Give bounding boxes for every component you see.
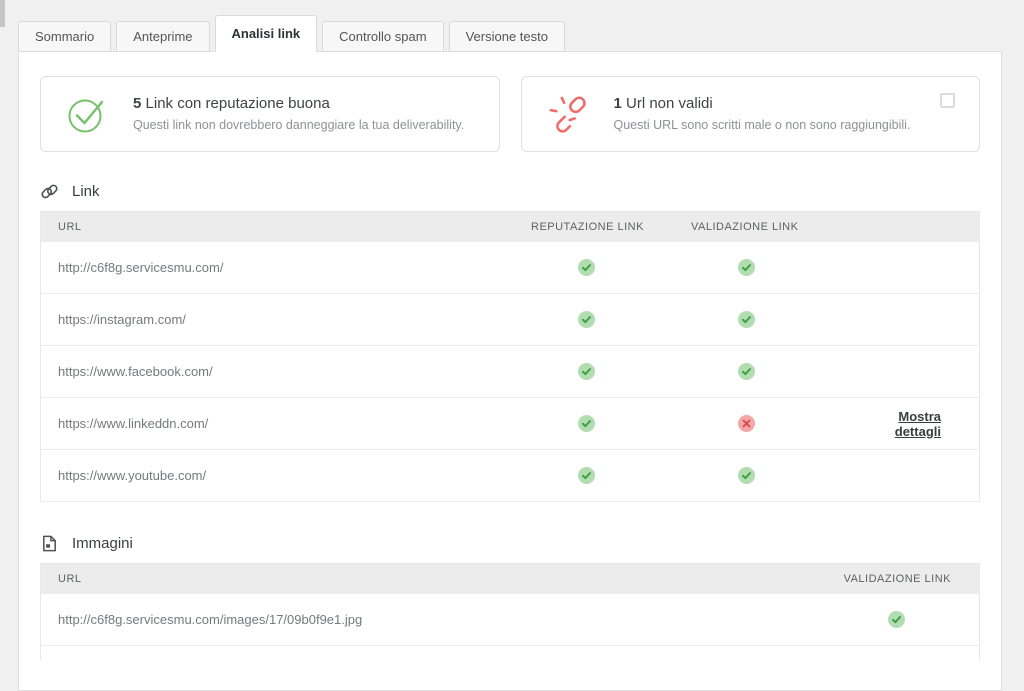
check-icon [738, 467, 755, 484]
validation-badge [691, 363, 801, 380]
link-table-row: https://www.facebook.com/ [41, 346, 979, 398]
x-icon [738, 415, 755, 432]
reputation-badge [531, 467, 641, 484]
good-links-subtitle: Questi link non dovrebbero danneggiare l… [133, 118, 464, 133]
column-header-url: URL [41, 221, 531, 233]
next-row-partial [41, 646, 979, 660]
validation-badge [691, 415, 801, 432]
invalid-urls-text: 1 Url non validi Questi URL sono scritti… [614, 95, 911, 133]
image-url: http://c6f8g.servicesmu.com/images/17/09… [41, 612, 814, 627]
images-section-header: Immagini [40, 534, 980, 553]
images-table-header: URL VALIDAZIONE LINK [41, 564, 979, 594]
good-links-title-text: Link con reputazione buona [146, 95, 330, 112]
images-table-body: http://c6f8g.servicesmu.com/images/17/09… [41, 594, 979, 646]
analysis-panel: 5 Link con reputazione buona Questi link… [18, 51, 1002, 691]
image-file-icon [40, 534, 59, 553]
column-header-reputation: REPUTAZIONE LINK [531, 221, 691, 233]
images-section-title: Immagini [72, 535, 133, 552]
reputation-badge [531, 259, 641, 276]
check-icon [578, 311, 595, 328]
check-icon [578, 363, 595, 380]
reputation-badge [531, 311, 641, 328]
link-table: URL REPUTAZIONE LINK VALIDAZIONE LINK ht… [40, 211, 980, 502]
tab-versione-testo[interactable]: Versione testo [449, 21, 565, 52]
check-icon [738, 363, 755, 380]
column-header-validation: VALIDAZIONE LINK [691, 221, 851, 233]
validation-badge [691, 467, 801, 484]
validation-badge [841, 611, 951, 628]
link-url: https://www.linkeddn.com/ [41, 416, 531, 431]
link-icon [40, 182, 59, 201]
tab-analisi-link[interactable]: Analisi link [215, 15, 318, 52]
link-section-header: Link [40, 182, 980, 201]
broken-link-icon [548, 94, 588, 134]
window-edge-artifact [0, 0, 5, 27]
validation-badge [691, 259, 801, 276]
reputation-badge [531, 363, 641, 380]
show-details-link[interactable]: Mostra dettagli [895, 409, 941, 439]
link-table-body: http://c6f8g.servicesmu.com/ https://ins… [41, 242, 979, 502]
image-table-row: http://c6f8g.servicesmu.com/images/17/09… [41, 594, 979, 646]
column-header-url: URL [41, 573, 814, 585]
good-links-card: 5 Link con reputazione buona Questi link… [40, 76, 500, 152]
check-circle-icon [67, 94, 107, 134]
invalid-urls-checkbox[interactable] [940, 93, 955, 108]
invalid-urls-card: 1 Url non validi Questi URL sono scritti… [521, 76, 981, 152]
good-links-text: 5 Link con reputazione buona Questi link… [133, 95, 464, 133]
tab-anteprime[interactable]: Anteprime [116, 21, 209, 52]
link-url: http://c6f8g.servicesmu.com/ [41, 260, 531, 275]
check-icon [578, 467, 595, 484]
good-links-title: 5 Link con reputazione buona [133, 95, 464, 113]
tab-label: Sommario [35, 29, 94, 44]
link-table-row: https://www.linkeddn.com/ Mostra dettagl… [41, 398, 979, 450]
link-url: https://www.facebook.com/ [41, 364, 531, 379]
link-url: https://www.youtube.com/ [41, 468, 531, 483]
tab-label: Controllo spam [339, 29, 426, 44]
invalid-urls-count: 1 [614, 95, 622, 112]
link-table-row: https://www.youtube.com/ [41, 450, 979, 502]
link-table-row: http://c6f8g.servicesmu.com/ [41, 242, 979, 294]
invalid-urls-title: 1 Url non validi [614, 95, 911, 113]
summary-cards: 5 Link con reputazione buona Questi link… [40, 76, 980, 152]
check-icon [578, 259, 595, 276]
link-url: https://instagram.com/ [41, 312, 531, 327]
tab-label: Analisi link [232, 26, 301, 41]
link-section-title: Link [72, 183, 100, 200]
validation-badge [691, 311, 801, 328]
good-links-count: 5 [133, 95, 141, 112]
invalid-urls-subtitle: Questi URL sono scritti male o non sono … [614, 118, 911, 133]
tab-label: Versione testo [466, 29, 548, 44]
reputation-badge [531, 415, 641, 432]
check-icon [888, 611, 905, 628]
tab-label: Anteprime [133, 29, 192, 44]
link-table-header: URL REPUTAZIONE LINK VALIDAZIONE LINK [41, 212, 979, 242]
check-icon [578, 415, 595, 432]
check-icon [738, 311, 755, 328]
tab-bar: Sommario Anteprime Analisi link Controll… [18, 0, 1024, 51]
images-table: URL VALIDAZIONE LINK http://c6f8g.servic… [40, 563, 980, 660]
tab-controllo-spam[interactable]: Controllo spam [322, 21, 443, 52]
tab-sommario[interactable]: Sommario [18, 21, 111, 52]
check-icon [738, 259, 755, 276]
column-header-validation: VALIDAZIONE LINK [814, 573, 979, 585]
link-table-row: https://instagram.com/ [41, 294, 979, 346]
invalid-urls-title-text: Url non validi [626, 95, 713, 112]
